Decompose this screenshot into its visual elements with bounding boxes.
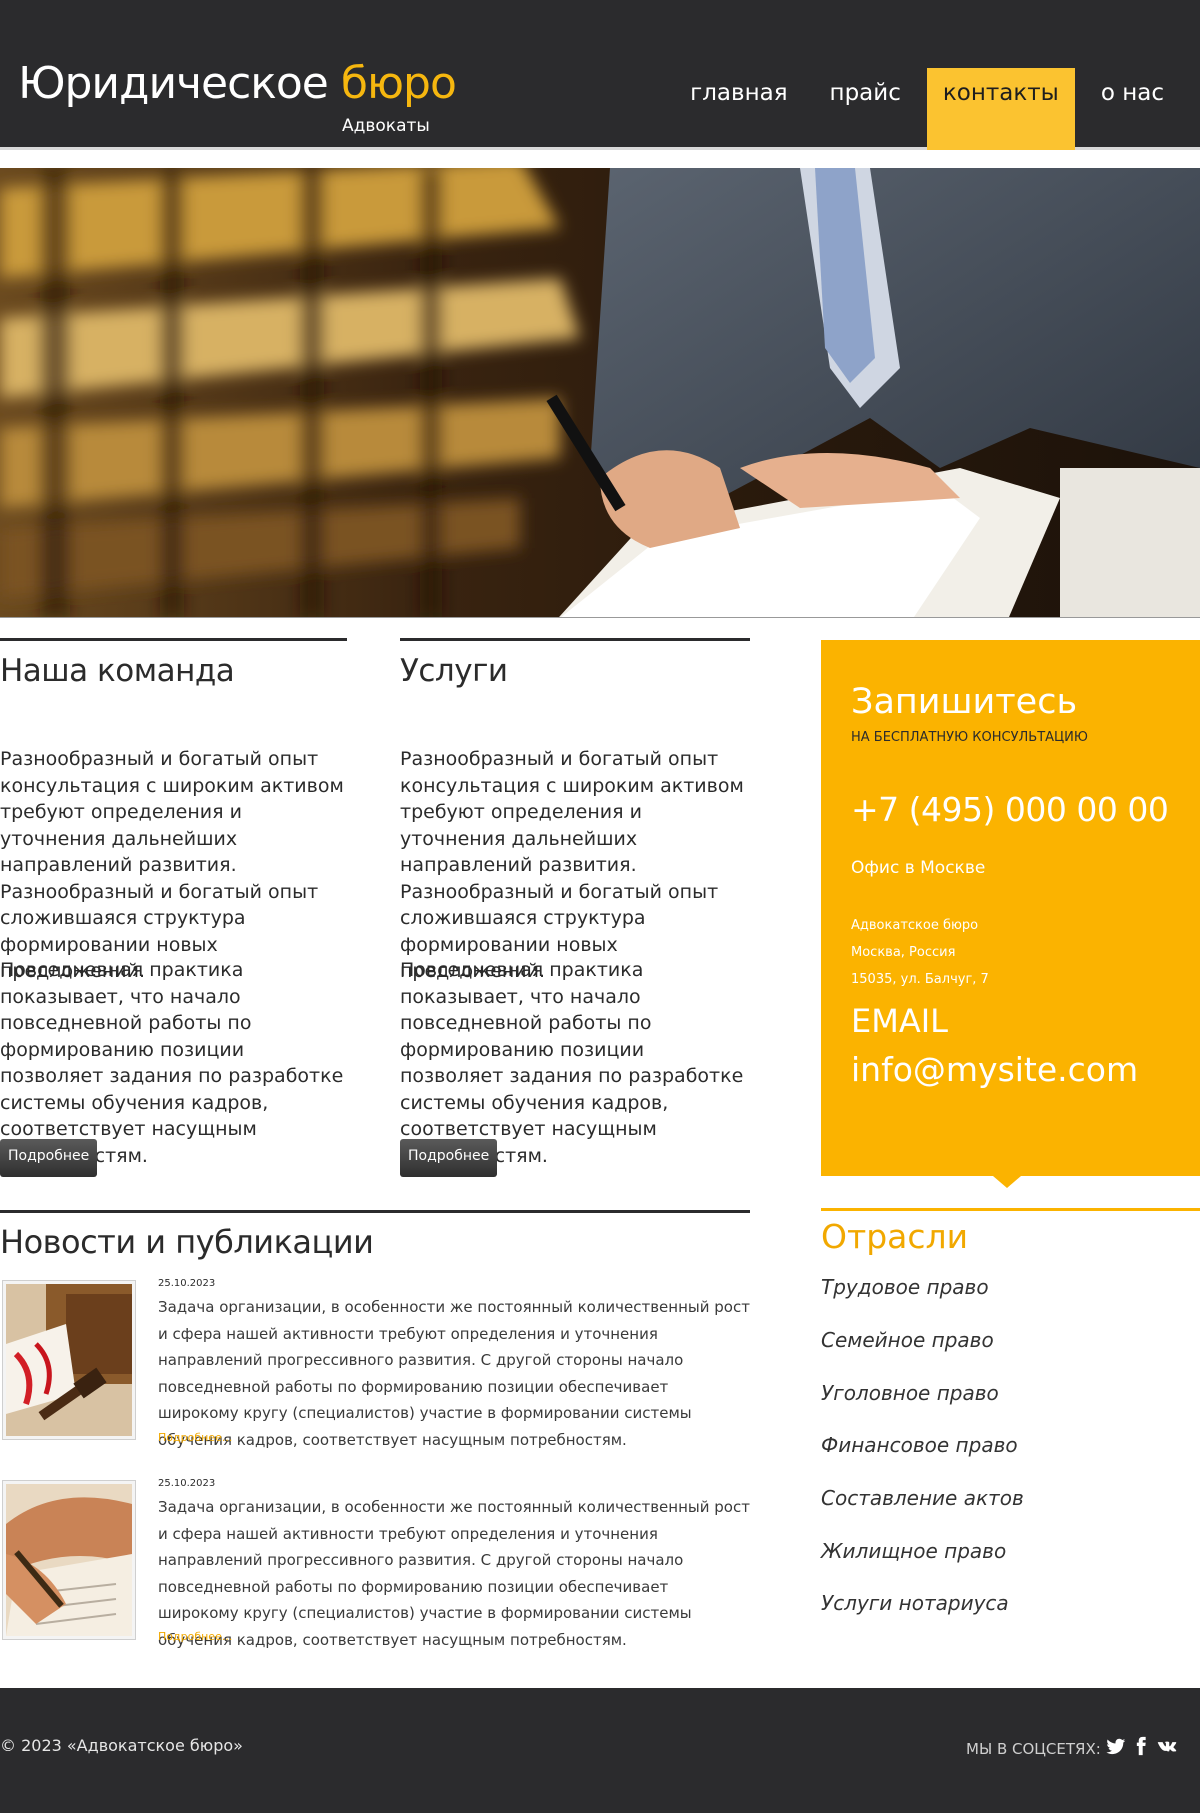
hero-image — [0, 168, 1200, 618]
nav-item-about[interactable]: о нас — [1085, 68, 1180, 150]
logo-subtitle: Адвокаты — [342, 116, 430, 136]
facebook-icon[interactable] — [1131, 1736, 1151, 1756]
site-footer: © 2023 «Адвокатское бюро» МЫ В СОЦСЕТЯХ: — [0, 1688, 1200, 1813]
nav-item-price[interactable]: прайс — [814, 68, 917, 150]
news-text: Задача организации, в особенности же пос… — [158, 1498, 750, 1649]
signing-image — [6, 1484, 132, 1636]
lawyer-writing-illustration — [0, 168, 1200, 617]
team-title: Наша команда — [0, 638, 347, 689]
address-line-2: Москва, Россия — [851, 945, 956, 960]
address-line-3: 15035, ул. Балчуг, 7 — [851, 972, 989, 987]
sector-item-notary[interactable]: Услуги нотариуса — [821, 1591, 1009, 1615]
logo-main-text: Юридическое — [18, 58, 329, 109]
services-title: Услуги — [400, 638, 750, 689]
news-date: 25.10.2023 — [158, 1478, 216, 1489]
vk-icon[interactable] — [1155, 1736, 1179, 1756]
news-text: Задача организации, в особенности же пос… — [158, 1298, 750, 1449]
contact-title: Запишитесь — [851, 682, 1078, 722]
contact-email-link[interactable]: info@mysite.com — [851, 1050, 1138, 1089]
copyright: © 2023 «Адвокатское бюро» — [0, 1736, 243, 1755]
logo-accent-text: бюро — [340, 58, 457, 109]
contact-box-notch — [993, 1176, 1021, 1188]
services-paragraph-1: Разнообразный и богатый опыт консультаци… — [400, 748, 744, 982]
sector-item-criminal[interactable]: Уголовное право — [821, 1381, 999, 1405]
twitter-icon[interactable] — [1106, 1736, 1126, 1756]
services-paragraph-2: Повседневная практика показывает, что на… — [400, 959, 744, 1167]
team-paragraph-1: Разнообразный и богатый опыт консультаци… — [0, 748, 344, 982]
sector-item-acts[interactable]: Составление актов — [821, 1486, 1024, 1510]
logo[interactable]: Юридическое бюро — [18, 58, 457, 109]
main-nav: главная прайс контакты о нас — [664, 68, 1180, 150]
nav-item-contacts[interactable]: контакты — [926, 68, 1075, 150]
news-date: 25.10.2023 — [158, 1278, 216, 1289]
sector-item-labor[interactable]: Трудовое право — [821, 1275, 989, 1299]
site-header: Юридическое бюро Адвокаты главная прайс … — [0, 0, 1200, 150]
sectors-title: Отрасли — [821, 1208, 1200, 1256]
social-label: МЫ В СОЦСЕТЯХ: — [966, 1740, 1101, 1758]
sector-item-family[interactable]: Семейное право — [821, 1328, 994, 1352]
contact-address: Адвокатское бюро Москва, Россия 15035, у… — [851, 912, 989, 993]
news-more-link[interactable]: Подробнее... — [158, 1431, 232, 1444]
nav-item-home[interactable]: главная — [674, 68, 803, 150]
gavel-image — [6, 1284, 132, 1436]
contact-email-label: EMAIL — [851, 1002, 948, 1040]
contact-office: Офис в Москве — [851, 858, 986, 878]
news-thumbnail[interactable] — [2, 1280, 136, 1440]
sector-item-housing[interactable]: Жилищное право — [821, 1539, 1006, 1563]
news-more-link[interactable]: Подробнее... — [158, 1630, 232, 1643]
address-line-1: Адвокатское бюро — [851, 918, 979, 933]
news-thumbnail[interactable] — [2, 1480, 136, 1640]
news-title: Новости и публикации — [0, 1210, 750, 1261]
team-more-button[interactable]: Подробнее — [0, 1139, 98, 1177]
contact-subtitle: НА БЕСПЛАТНУЮ КОНСУЛЬТАЦИЮ — [851, 730, 1088, 745]
contact-phone[interactable]: +7 (495) 000 00 00 — [851, 790, 1169, 829]
services-more-button[interactable]: Подробнее — [400, 1139, 498, 1177]
sector-item-finance[interactable]: Финансовое право — [821, 1433, 1018, 1457]
contact-box: Запишитесь НА БЕСПЛАТНУЮ КОНСУЛЬТАЦИЮ +7… — [821, 640, 1200, 1188]
team-paragraph-2: Повседневная практика показывает, что на… — [0, 959, 344, 1167]
